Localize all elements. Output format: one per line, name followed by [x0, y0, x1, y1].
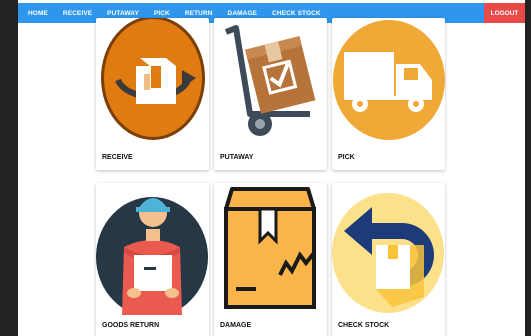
tile-damage[interactable]: DAMAGE [214, 183, 327, 336]
damaged-box-icon [224, 187, 316, 309]
tile-label-damage: DAMAGE [220, 322, 252, 329]
delivery-truck-icon [333, 20, 445, 140]
delivery-man-icon [96, 197, 208, 315]
nav-damage[interactable]: DAMAGE [218, 10, 258, 17]
right-dark-margin [525, 0, 531, 336]
nav-receive[interactable]: RECEIVE [53, 10, 92, 17]
tile-label-pick: PICK [338, 154, 355, 161]
logout-button[interactable]: LOGOUT [484, 3, 525, 23]
tile-check-stock[interactable]: CHECK STOCK [332, 183, 445, 336]
return-arrow-icon [332, 193, 444, 313]
nav-return[interactable]: RETURN [175, 10, 213, 17]
left-dark-margin [0, 0, 18, 336]
tile-label-goods-return: GOODS RETURN [102, 322, 160, 329]
receive-box-icon [101, 18, 205, 140]
nav-pick[interactable]: PICK [144, 10, 170, 17]
hand-truck-icon [224, 25, 316, 136]
nav-home[interactable]: HOME [18, 10, 48, 17]
tile-putaway[interactable]: PUTAWAY [214, 18, 327, 170]
tile-goods-return[interactable]: GOODS RETURN [96, 183, 209, 336]
tile-pick[interactable]: PICK [332, 18, 445, 170]
nav-putaway[interactable]: PUTAWAY [97, 10, 139, 17]
tile-label-putaway: PUTAWAY [220, 154, 254, 161]
tile-label-check-stock: CHECK STOCK [338, 322, 390, 329]
tile-label-receive: RECEIVE [102, 154, 133, 161]
nav-check-stock[interactable]: CHECK STOCK [262, 10, 321, 17]
tile-receive[interactable]: RECEIVE [96, 18, 209, 170]
